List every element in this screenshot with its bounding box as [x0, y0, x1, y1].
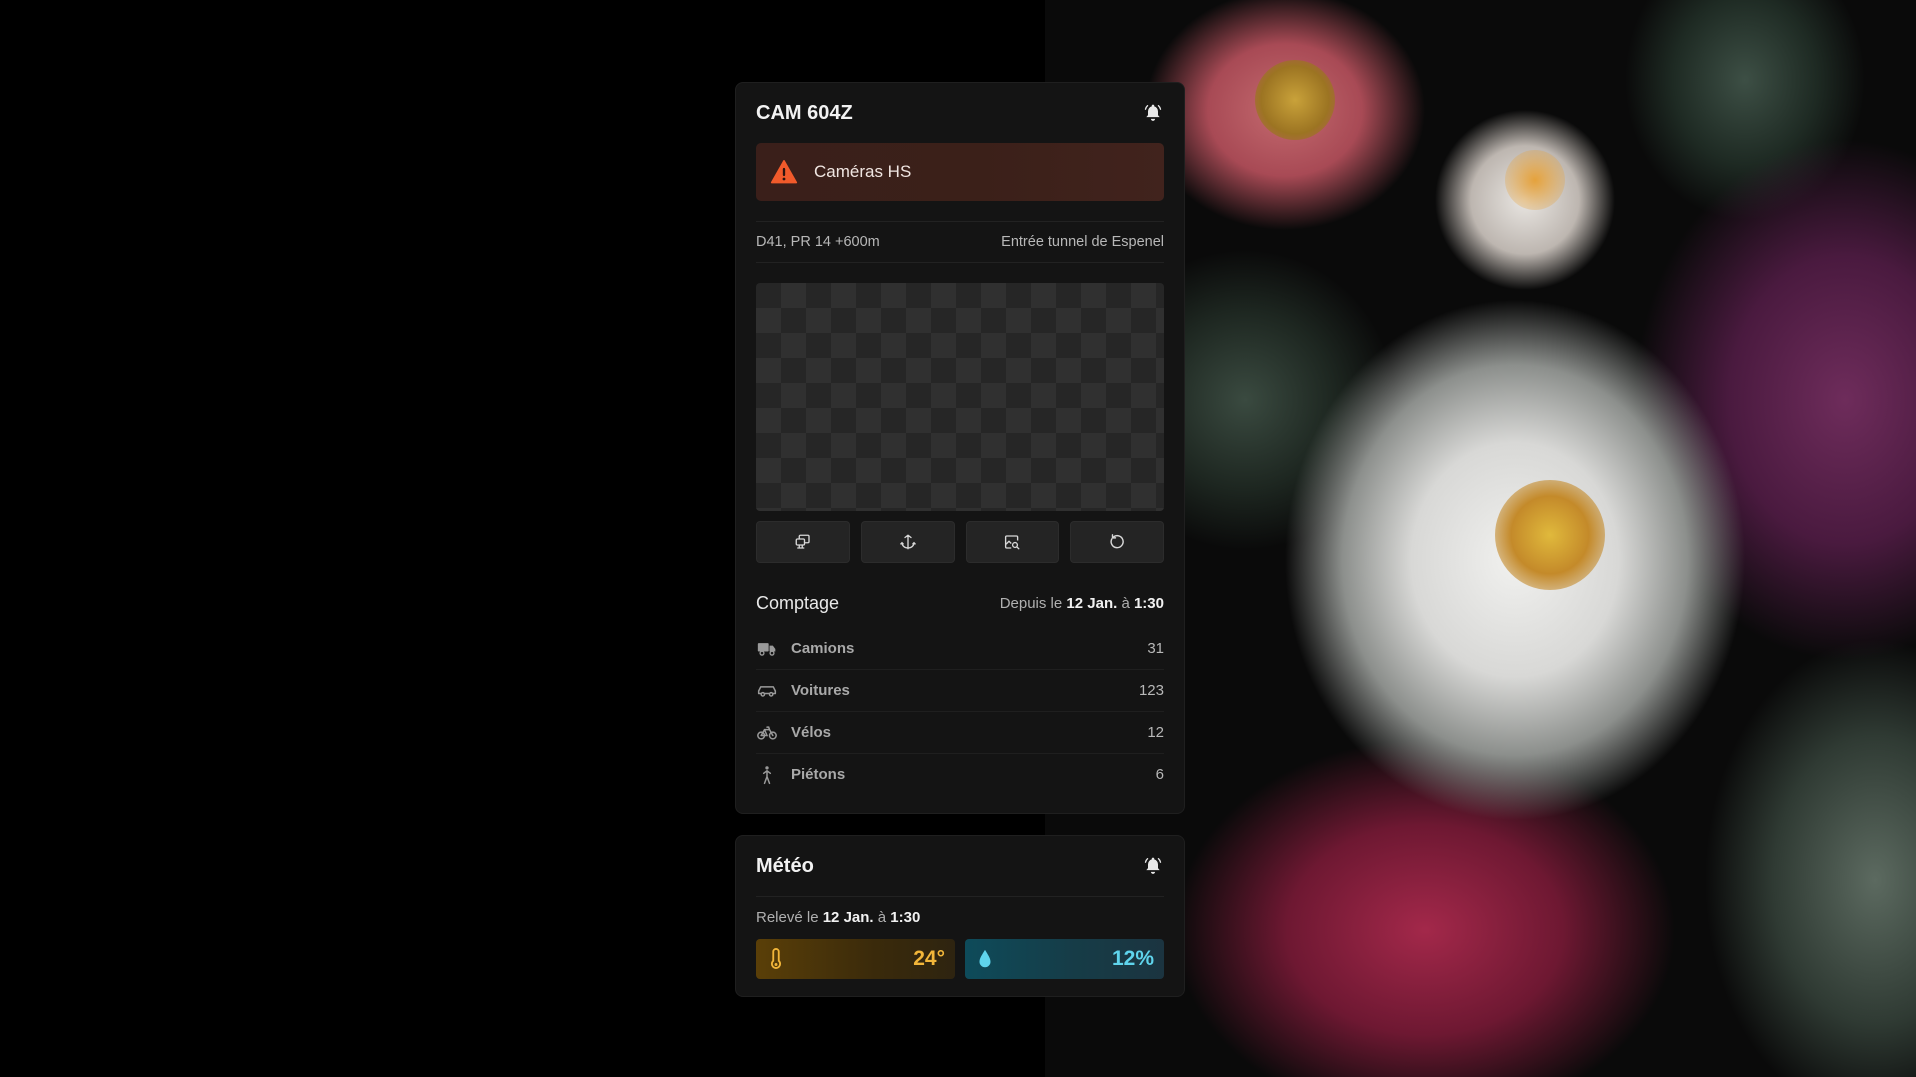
- divider: [756, 896, 1164, 897]
- location-name: Entrée tunnel de Espenel: [1001, 234, 1164, 250]
- count-value: 6: [1155, 766, 1164, 783]
- refresh-icon: [1110, 534, 1124, 549]
- humidity-value: 12%: [1111, 947, 1154, 970]
- warning-icon: [770, 160, 798, 184]
- camera-video-placeholder[interactable]: [756, 283, 1164, 511]
- list-item: Piétons 6: [756, 754, 1164, 795]
- flower-center: [1505, 150, 1565, 210]
- meteo-panel: Météo Relevé le 12 Jan. à 1:30 24° 12%: [735, 835, 1185, 997]
- pedestrian-icon: [756, 764, 778, 786]
- count-label: Vélos: [791, 724, 832, 741]
- temperature-tile: 24°: [756, 939, 955, 979]
- meteo-title: Météo: [756, 854, 814, 877]
- refresh-button[interactable]: [1070, 521, 1164, 563]
- comptage-since: Depuis le 12 Jan. à 1:30: [1000, 595, 1164, 612]
- bell-icon[interactable]: [1142, 102, 1164, 124]
- alert-banner: Caméras HS: [756, 143, 1164, 201]
- list-item: Voitures 123: [756, 670, 1164, 712]
- alert-text: Caméras HS: [814, 162, 912, 181]
- count-label: Piétons: [791, 766, 846, 783]
- date-at: à: [877, 909, 887, 926]
- flower-center: [1495, 480, 1605, 590]
- bell-icon[interactable]: [1142, 855, 1164, 877]
- comptage-list: Camions 31 Voitures 123 Vélos 12 Piétons…: [756, 628, 1164, 795]
- search-image-button[interactable]: [965, 521, 1060, 563]
- truck-icon: [756, 638, 778, 660]
- since-prefix: Depuis le: [999, 595, 1063, 612]
- list-item: Camions 31: [756, 628, 1164, 670]
- time-value: 1:30: [890, 909, 921, 926]
- since-time: 1:30: [1133, 595, 1164, 612]
- comptage-header: Comptage Depuis le 12 Jan. à 1:30: [756, 593, 1164, 614]
- count-label: Voitures: [791, 682, 850, 699]
- search-image-icon: [1005, 535, 1020, 550]
- count-label: Camions: [791, 640, 855, 657]
- camera-panel: CAM 604Z Caméras HS D41, PR 14 +600m Ent…: [735, 82, 1185, 814]
- location-row: D41, PR 14 +600m Entrée tunnel de Espene…: [756, 221, 1164, 263]
- screen-icon: [795, 534, 810, 549]
- thermometer-icon: [770, 948, 782, 969]
- water-drop-icon: [979, 949, 991, 968]
- anchor-icon: [899, 534, 916, 550]
- list-item: Vélos 12: [756, 712, 1164, 754]
- since-at: à: [1121, 595, 1130, 612]
- camera-title: CAM 604Z: [756, 101, 853, 124]
- location-road: D41, PR 14 +600m: [756, 234, 880, 250]
- meteo-tiles: 24° 12%: [756, 939, 1164, 979]
- bicycle-icon: [756, 722, 778, 744]
- count-value: 12: [1147, 724, 1164, 741]
- car-icon: [756, 680, 778, 702]
- meteo-date: Relevé le 12 Jan. à 1:30: [756, 907, 1164, 929]
- temperature-value: 24°: [913, 947, 945, 970]
- flower-center: [1255, 60, 1335, 140]
- count-value: 123: [1138, 682, 1164, 699]
- since-date: 12 Jan.: [1066, 595, 1118, 612]
- date-prefix: Relevé le: [756, 909, 819, 926]
- screen-button[interactable]: [756, 521, 850, 563]
- comptage-title: Comptage: [756, 593, 840, 613]
- count-value: 31: [1147, 640, 1164, 657]
- meteo-header: Météo: [756, 836, 1164, 896]
- camera-header: CAM 604Z: [756, 83, 1164, 143]
- humidity-tile: 12%: [965, 939, 1164, 979]
- camera-controls: [756, 521, 1164, 563]
- anchor-button[interactable]: [860, 521, 955, 563]
- date-value: 12 Jan.: [822, 909, 874, 926]
